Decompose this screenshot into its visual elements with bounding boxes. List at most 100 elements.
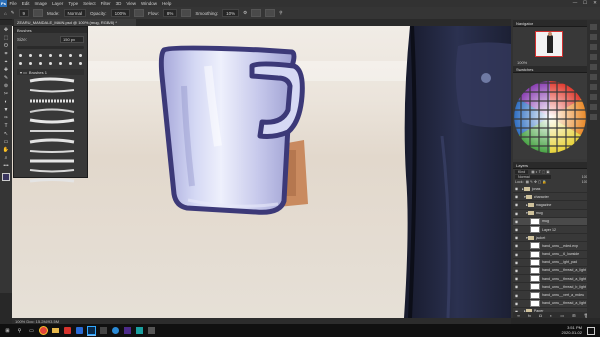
properties-icon[interactable]: [590, 34, 597, 40]
menu-help[interactable]: Help: [160, 1, 174, 6]
brush-tool-icon[interactable]: ✎: [11, 10, 15, 17]
pressure-size-icon[interactable]: [265, 9, 276, 17]
notification-icon[interactable]: [587, 327, 595, 335]
size-slider[interactable]: [17, 46, 84, 49]
maximize-button[interactable]: ☐: [580, 0, 590, 7]
type-tool-icon[interactable]: T: [2, 123, 10, 129]
mask-icon[interactable]: ◘: [539, 313, 541, 318]
airbrush-icon[interactable]: [181, 9, 192, 17]
menu-select[interactable]: Select: [81, 1, 99, 6]
brush-settings-panel-icon[interactable]: [590, 114, 597, 120]
brush-preset-stroke[interactable]: [28, 107, 76, 114]
brush-tip[interactable]: [47, 60, 55, 66]
menu-3d[interactable]: 3D: [113, 1, 124, 6]
layer-row[interactable]: ◉▾character: [513, 193, 593, 202]
angle-icon[interactable]: [251, 9, 262, 17]
layer-row[interactable]: ◉ hand_unru__vert_a_mdeu: [513, 291, 593, 300]
brush-tip[interactable]: [17, 52, 25, 58]
brush-folder[interactable]: ▾ ▭ Brushes 1: [17, 69, 84, 75]
shape-tool-icon[interactable]: ▭: [2, 139, 10, 145]
visibility-eye-icon[interactable]: ◉: [513, 219, 520, 224]
color-icon[interactable]: [590, 64, 597, 70]
brush-preset-stroke[interactable]: [28, 97, 76, 104]
menu-image[interactable]: Image: [32, 1, 50, 6]
app-icon[interactable]: [99, 326, 108, 335]
smoothing-input[interactable]: 10%: [222, 9, 240, 17]
brush-preset-stroke[interactable]: [28, 117, 76, 124]
app-icon[interactable]: [75, 326, 84, 335]
menu-file[interactable]: File: [7, 1, 19, 6]
paths-icon[interactable]: [590, 74, 597, 80]
home-icon[interactable]: ⌂: [4, 10, 7, 17]
brush-settings-icon[interactable]: [33, 9, 44, 17]
pen-tool-icon[interactable]: ✑: [2, 115, 10, 121]
visibility-eye-icon[interactable]: ◉: [513, 260, 520, 265]
gradient-tool-icon[interactable]: ◐: [2, 99, 10, 105]
menu-type[interactable]: Type: [66, 1, 81, 6]
brush-preset-stroke[interactable]: [28, 87, 76, 94]
visibility-eye-icon[interactable]: ◉: [513, 235, 520, 240]
minimize-button[interactable]: —: [570, 0, 580, 7]
brush-tip[interactable]: [37, 52, 45, 58]
photoshop-taskbar-icon[interactable]: [87, 325, 96, 336]
flow-input[interactable]: 8%: [162, 9, 178, 17]
brush-tip[interactable]: [27, 52, 35, 58]
layer-filter-kind[interactable]: Kind: [515, 170, 529, 174]
foreground-background-colors[interactable]: [0, 173, 13, 187]
layer-row[interactable]: ◉ hand_unru__thread_a_light: [513, 275, 593, 284]
brush-tip[interactable]: [47, 52, 55, 58]
crop-tool-icon[interactable]: ⌗: [2, 51, 10, 57]
pressure-opacity-icon[interactable]: [134, 9, 145, 17]
brush-preset-stroke[interactable]: [28, 127, 76, 134]
symmetry-icon[interactable]: ⚲: [279, 10, 282, 17]
windows-start-icon[interactable]: ⊞: [3, 326, 12, 335]
adjustments-icon[interactable]: [590, 44, 597, 50]
paragraph-icon[interactable]: [590, 104, 597, 110]
brush-tip[interactable]: [66, 60, 74, 66]
opacity-input[interactable]: 100%: [110, 9, 131, 17]
document-tab[interactable]: ZEARU_MANDALE_MAIN.psd @ 100% (mug, RGB/…: [14, 19, 136, 26]
path-select-tool-icon[interactable]: ↖: [2, 131, 10, 137]
brush-preset-stroke[interactable]: [28, 137, 76, 144]
fx-icon[interactable]: fx: [528, 313, 531, 318]
hand-tool-icon[interactable]: ✋: [2, 147, 10, 153]
visibility-eye-icon[interactable]: ◉: [513, 284, 520, 289]
stamp-tool-icon[interactable]: ⊚: [2, 83, 10, 89]
more-tools-icon[interactable]: •••: [2, 163, 10, 169]
mode-select[interactable]: Normal: [63, 9, 87, 17]
menu-filter[interactable]: Filter: [98, 1, 113, 6]
libraries-icon[interactable]: [590, 54, 597, 60]
brush-preset-stroke[interactable]: [28, 157, 76, 164]
link-layers-icon[interactable]: ∞: [517, 313, 520, 318]
app-icon[interactable]: [123, 326, 132, 335]
smoothing-gear-icon[interactable]: ⚙: [243, 10, 247, 17]
search-icon[interactable]: ⚲: [15, 326, 24, 335]
lasso-tool-icon[interactable]: ʘ: [2, 43, 10, 49]
channels-icon[interactable]: [590, 84, 597, 90]
layer-row[interactable]: ◉ hand_unru__ight_pad: [513, 258, 593, 267]
layer-row[interactable]: ◉ hand_unru__thread_b_light: [513, 283, 593, 292]
visibility-eye-icon[interactable]: ◉: [513, 243, 520, 248]
history-icon[interactable]: [590, 24, 597, 30]
menu-window[interactable]: Window: [139, 1, 160, 6]
media-player-icon[interactable]: [63, 326, 72, 335]
layer-row[interactable]: ◉ hand_unru__thread_a_light: [513, 266, 593, 276]
layer-row[interactable]: ◉ hand_unru__6_lowside: [513, 250, 593, 259]
visibility-eye-icon[interactable]: ◉: [513, 227, 520, 232]
brush-tip[interactable]: [66, 52, 74, 58]
brush-tip[interactable]: [17, 60, 25, 66]
foreground-color-swatch[interactable]: [2, 173, 10, 181]
brush-tip[interactable]: [56, 60, 64, 66]
layer-row[interactable]: ◉ Layer 12: [513, 226, 593, 235]
visibility-eye-icon[interactable]: ◉: [513, 268, 520, 273]
brush-tip[interactable]: [76, 52, 84, 58]
menu-layer[interactable]: Layer: [50, 1, 66, 6]
layer-row[interactable]: ◉▾jacket: [513, 234, 593, 243]
brush-tip[interactable]: [37, 60, 45, 66]
size-input[interactable]: 150 px: [60, 36, 84, 43]
layer-row[interactable]: ◉▸magazine: [513, 201, 593, 210]
app-icon[interactable]: [147, 326, 156, 335]
new-layer-icon[interactable]: ⊞: [572, 313, 575, 318]
brush-size-picker[interactable]: 9: [18, 9, 30, 17]
visibility-eye-icon[interactable]: ◉: [513, 293, 520, 298]
